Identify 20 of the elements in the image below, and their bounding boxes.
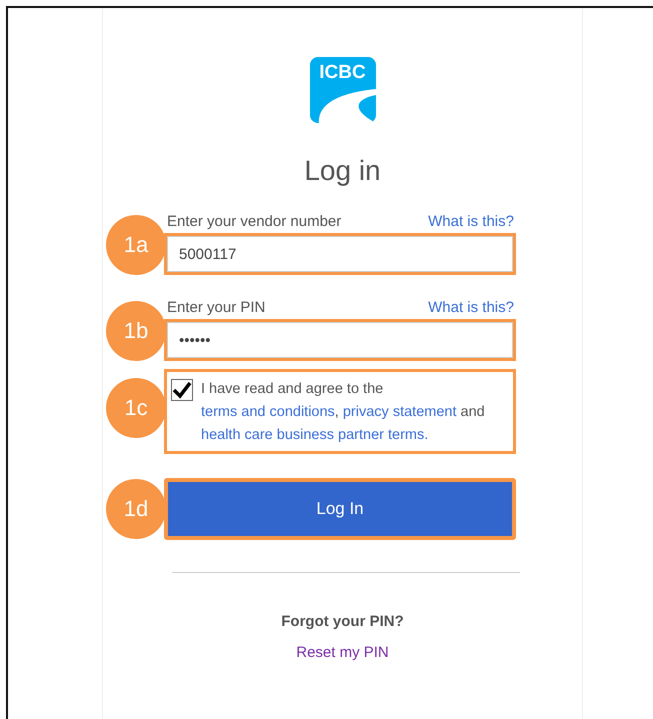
callout-badge: 1b — [106, 301, 166, 361]
forgot-pin-text: Forgot your PIN? — [281, 613, 404, 630]
help-link[interactable]: What is this? — [428, 213, 514, 230]
callout-badge: 1d — [106, 479, 166, 539]
callout-badge: 1c — [106, 378, 166, 438]
consent-text: I have read and agree to the terms and conditions, privacy statement and health care business partner terms. — [201, 380, 486, 445]
callout-badge: 1a — [106, 215, 166, 275]
checkbox[interactable] — [171, 379, 193, 401]
logo: ICBC — [310, 57, 376, 123]
help-link[interactable]: What is this? — [428, 299, 514, 316]
field-label: Enter your vendor number — [167, 213, 342, 230]
terms-link[interactable]: privacy statement — [342, 404, 456, 420]
terms-link[interactable]: terms and conditions — [201, 404, 335, 420]
field-label: Enter your PIN — [167, 299, 266, 316]
reset-pin-link[interactable]: Reset my PIN — [296, 644, 389, 661]
page-title: Log in — [304, 155, 381, 187]
login-button[interactable]: Log In — [164, 478, 516, 540]
input-field[interactable]: 5000117 — [164, 233, 516, 275]
terms-link[interactable]: health care business partner terms. — [201, 427, 428, 443]
input-field[interactable]: •••••• — [164, 319, 516, 361]
